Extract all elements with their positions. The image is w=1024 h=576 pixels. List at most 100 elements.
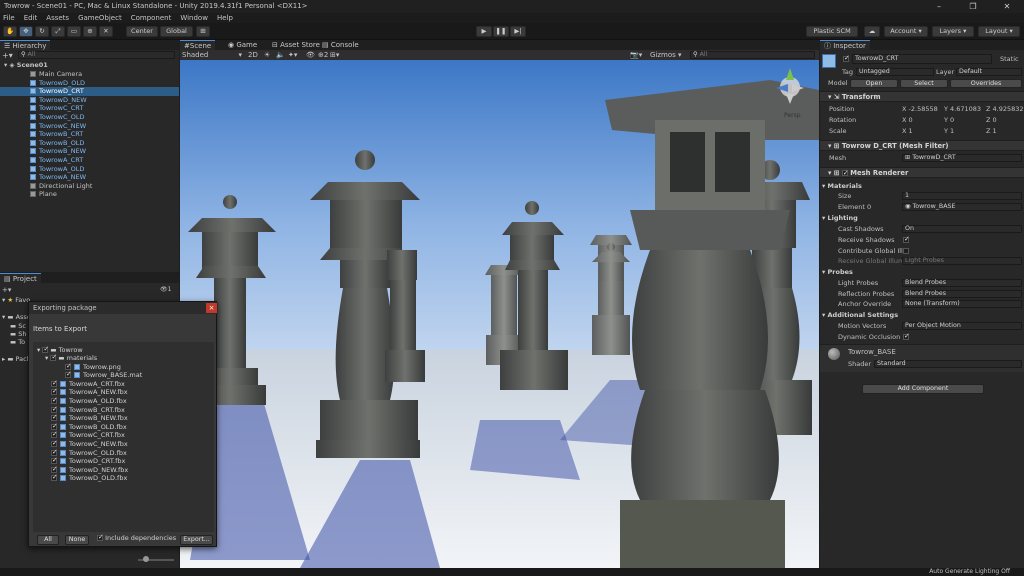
hierarchy-item[interactable]: TowrowA_NEW bbox=[0, 173, 179, 182]
export-button[interactable]: Export... bbox=[180, 535, 213, 545]
cloud-icon[interactable]: ☁ bbox=[864, 26, 880, 37]
gizmos-dropdown[interactable]: Gizmos ▾ bbox=[650, 51, 682, 59]
packages-row[interactable]: ▸ ▬ Pack bbox=[2, 355, 31, 364]
checkbox[interactable] bbox=[841, 168, 849, 178]
checkbox[interactable] bbox=[51, 405, 58, 413]
export-file-row[interactable]: TowrowC_NEW.fbx bbox=[51, 439, 128, 449]
open-button[interactable]: Open bbox=[850, 79, 898, 88]
move-tool-icon[interactable]: ✥ bbox=[19, 26, 33, 37]
checkbox[interactable] bbox=[903, 235, 910, 243]
scene-viewport[interactable]: Persp bbox=[180, 60, 819, 568]
export-file-row[interactable]: TowrowA_CRT.fbx bbox=[51, 379, 125, 389]
export-file-row[interactable]: TowrowD_CRT.fbx bbox=[51, 456, 125, 466]
lighting-foldout[interactable]: ▾ Lighting bbox=[822, 214, 858, 222]
snap-icon[interactable]: ⊞ bbox=[196, 26, 210, 37]
dynamic-occlusion-toggle[interactable] bbox=[903, 332, 910, 341]
camera-settings-icon[interactable]: 📷▾ bbox=[630, 51, 642, 59]
hierarchy-item[interactable]: Directional Light bbox=[0, 182, 179, 191]
checkbox[interactable] bbox=[97, 533, 104, 542]
tab-console[interactable]: ▤ Console bbox=[318, 40, 363, 50]
export-file-row[interactable]: Towrow.png bbox=[65, 362, 121, 372]
tab-game[interactable]: ◉ Game bbox=[224, 40, 261, 50]
checkbox[interactable] bbox=[51, 387, 58, 396]
favorites-row[interactable]: ▾ ★ Favo bbox=[2, 296, 30, 305]
pause-button[interactable]: ❚❚ bbox=[493, 26, 509, 37]
additional-settings-foldout[interactable]: ▾ Additional Settings bbox=[822, 311, 898, 319]
account-dropdown[interactable]: Account ▾ bbox=[884, 26, 928, 37]
checkbox[interactable] bbox=[65, 362, 72, 370]
checkbox[interactable] bbox=[51, 448, 58, 456]
pivot-global-button[interactable]: Global bbox=[160, 26, 193, 37]
zoom-slider-thumb[interactable] bbox=[143, 556, 149, 562]
custom-tool-icon[interactable]: ✕ bbox=[99, 26, 113, 37]
rotation-y[interactable]: Y 0 bbox=[944, 116, 954, 124]
checkbox[interactable] bbox=[903, 332, 910, 340]
step-button[interactable]: ▶| bbox=[510, 26, 526, 37]
checkbox[interactable] bbox=[42, 345, 49, 354]
select-all-button[interactable]: All bbox=[37, 535, 59, 545]
checkbox[interactable] bbox=[51, 379, 58, 387]
hierarchy-item[interactable]: TowrowC_OLD bbox=[0, 113, 179, 122]
materials-foldout[interactable]: ▾ Materials bbox=[822, 182, 862, 190]
receive-shadows-toggle[interactable] bbox=[903, 235, 910, 244]
checkbox[interactable] bbox=[51, 456, 58, 465]
overrides-dropdown[interactable]: Overrides bbox=[950, 79, 1022, 88]
export-file-row[interactable]: TowrowB_NEW.fbx bbox=[51, 413, 128, 423]
anchor-override-field[interactable]: None (Transform) bbox=[902, 300, 1022, 308]
tag-dropdown[interactable]: Untagged bbox=[856, 68, 934, 76]
checkbox[interactable] bbox=[65, 370, 72, 379]
active-toggle[interactable] bbox=[843, 54, 850, 63]
play-button[interactable]: ▶ bbox=[476, 26, 492, 37]
export-file-row[interactable]: TowrowA_NEW.fbx bbox=[51, 387, 128, 397]
effects-dropdown-icon[interactable]: ✦▾ bbox=[288, 51, 297, 59]
hierarchy-item[interactable]: TowrowA_OLD bbox=[0, 165, 179, 174]
hierarchy-item[interactable]: TowrowA_CRT bbox=[0, 156, 179, 165]
transform-tool-icon[interactable]: ⊕ bbox=[83, 26, 97, 37]
checkbox[interactable] bbox=[50, 353, 57, 362]
export-file-row[interactable]: TowrowD_OLD.fbx bbox=[51, 473, 127, 483]
checkbox[interactable] bbox=[51, 422, 58, 430]
tab-project[interactable]: ▤ Project bbox=[0, 273, 41, 283]
hierarchy-item[interactable]: TowrowB_NEW bbox=[0, 147, 179, 156]
layer-dropdown[interactable]: Default bbox=[956, 68, 1022, 76]
menu-help[interactable]: Help bbox=[217, 13, 233, 23]
mesh-field[interactable]: ⊞ TowrowD_CRT bbox=[902, 154, 1022, 162]
transform-header[interactable]: ▾ ⇲ Transform bbox=[820, 91, 1024, 102]
hierarchy-item[interactable]: TowrowD_CRT bbox=[0, 87, 179, 96]
scene-row[interactable]: ▾ ◈ Scene01 bbox=[4, 61, 179, 70]
rect-tool-icon[interactable]: ▭ bbox=[67, 26, 81, 37]
hierarchy-item[interactable]: TowrowD_NEW bbox=[0, 96, 179, 105]
mesh-filter-header[interactable]: ▾ ⊞ Towrow D_CRT (Mesh Filter) bbox=[820, 140, 1024, 151]
hierarchy-item[interactable]: TowrowB_CRT bbox=[0, 130, 179, 139]
checkbox[interactable] bbox=[51, 465, 58, 473]
scale-tool-icon[interactable]: ⤢ bbox=[51, 26, 65, 37]
persp-label[interactable]: Persp bbox=[784, 112, 801, 119]
assets-row[interactable]: ▾ ▬ Asse bbox=[2, 313, 31, 322]
checkbox[interactable] bbox=[51, 396, 58, 404]
scale-z[interactable]: Z 1 bbox=[986, 127, 997, 135]
project-item-towrow[interactable]: ▬ To bbox=[10, 338, 25, 347]
select-none-button[interactable]: None bbox=[65, 535, 89, 545]
hidden-objects-icon[interactable]: 👁 bbox=[306, 51, 315, 59]
mesh-renderer-header[interactable]: ▾ ⊞ Mesh Renderer bbox=[820, 167, 1024, 178]
pivot-center-button[interactable]: Center bbox=[126, 26, 158, 37]
tab-inspector[interactable]: ⓘ Inspector bbox=[820, 40, 870, 50]
hierarchy-item[interactable]: TowrowB_OLD bbox=[0, 139, 179, 148]
position-z[interactable]: Z 4.925832 bbox=[986, 105, 1024, 113]
tab-asset-store[interactable]: ⊟ Asset Store bbox=[268, 40, 324, 50]
tab-scene[interactable]: #Scene bbox=[180, 40, 216, 50]
menu-assets[interactable]: Assets bbox=[46, 13, 69, 23]
static-toggle[interactable]: Static bbox=[1000, 55, 1019, 63]
checkbox[interactable] bbox=[843, 54, 850, 62]
menu-component[interactable]: Component bbox=[131, 13, 172, 23]
export-file-row[interactable]: TowrowC_OLD.fbx bbox=[51, 448, 127, 458]
layers-dropdown[interactable]: Layers ▾ bbox=[932, 26, 974, 37]
motion-vectors-dropdown[interactable]: Per Object Motion bbox=[902, 322, 1022, 330]
object-name-field[interactable]: TowrowD_CRT bbox=[852, 54, 992, 64]
checkbox[interactable] bbox=[51, 430, 58, 439]
export-file-row[interactable]: TowrowA_OLD.fbx bbox=[51, 396, 127, 406]
light-probes-dropdown[interactable]: Blend Probes bbox=[902, 279, 1022, 287]
close-window-button[interactable]: ✕ bbox=[990, 0, 1024, 13]
menu-file[interactable]: File bbox=[3, 13, 15, 23]
project-add-icon[interactable]: +▾ bbox=[2, 286, 11, 294]
